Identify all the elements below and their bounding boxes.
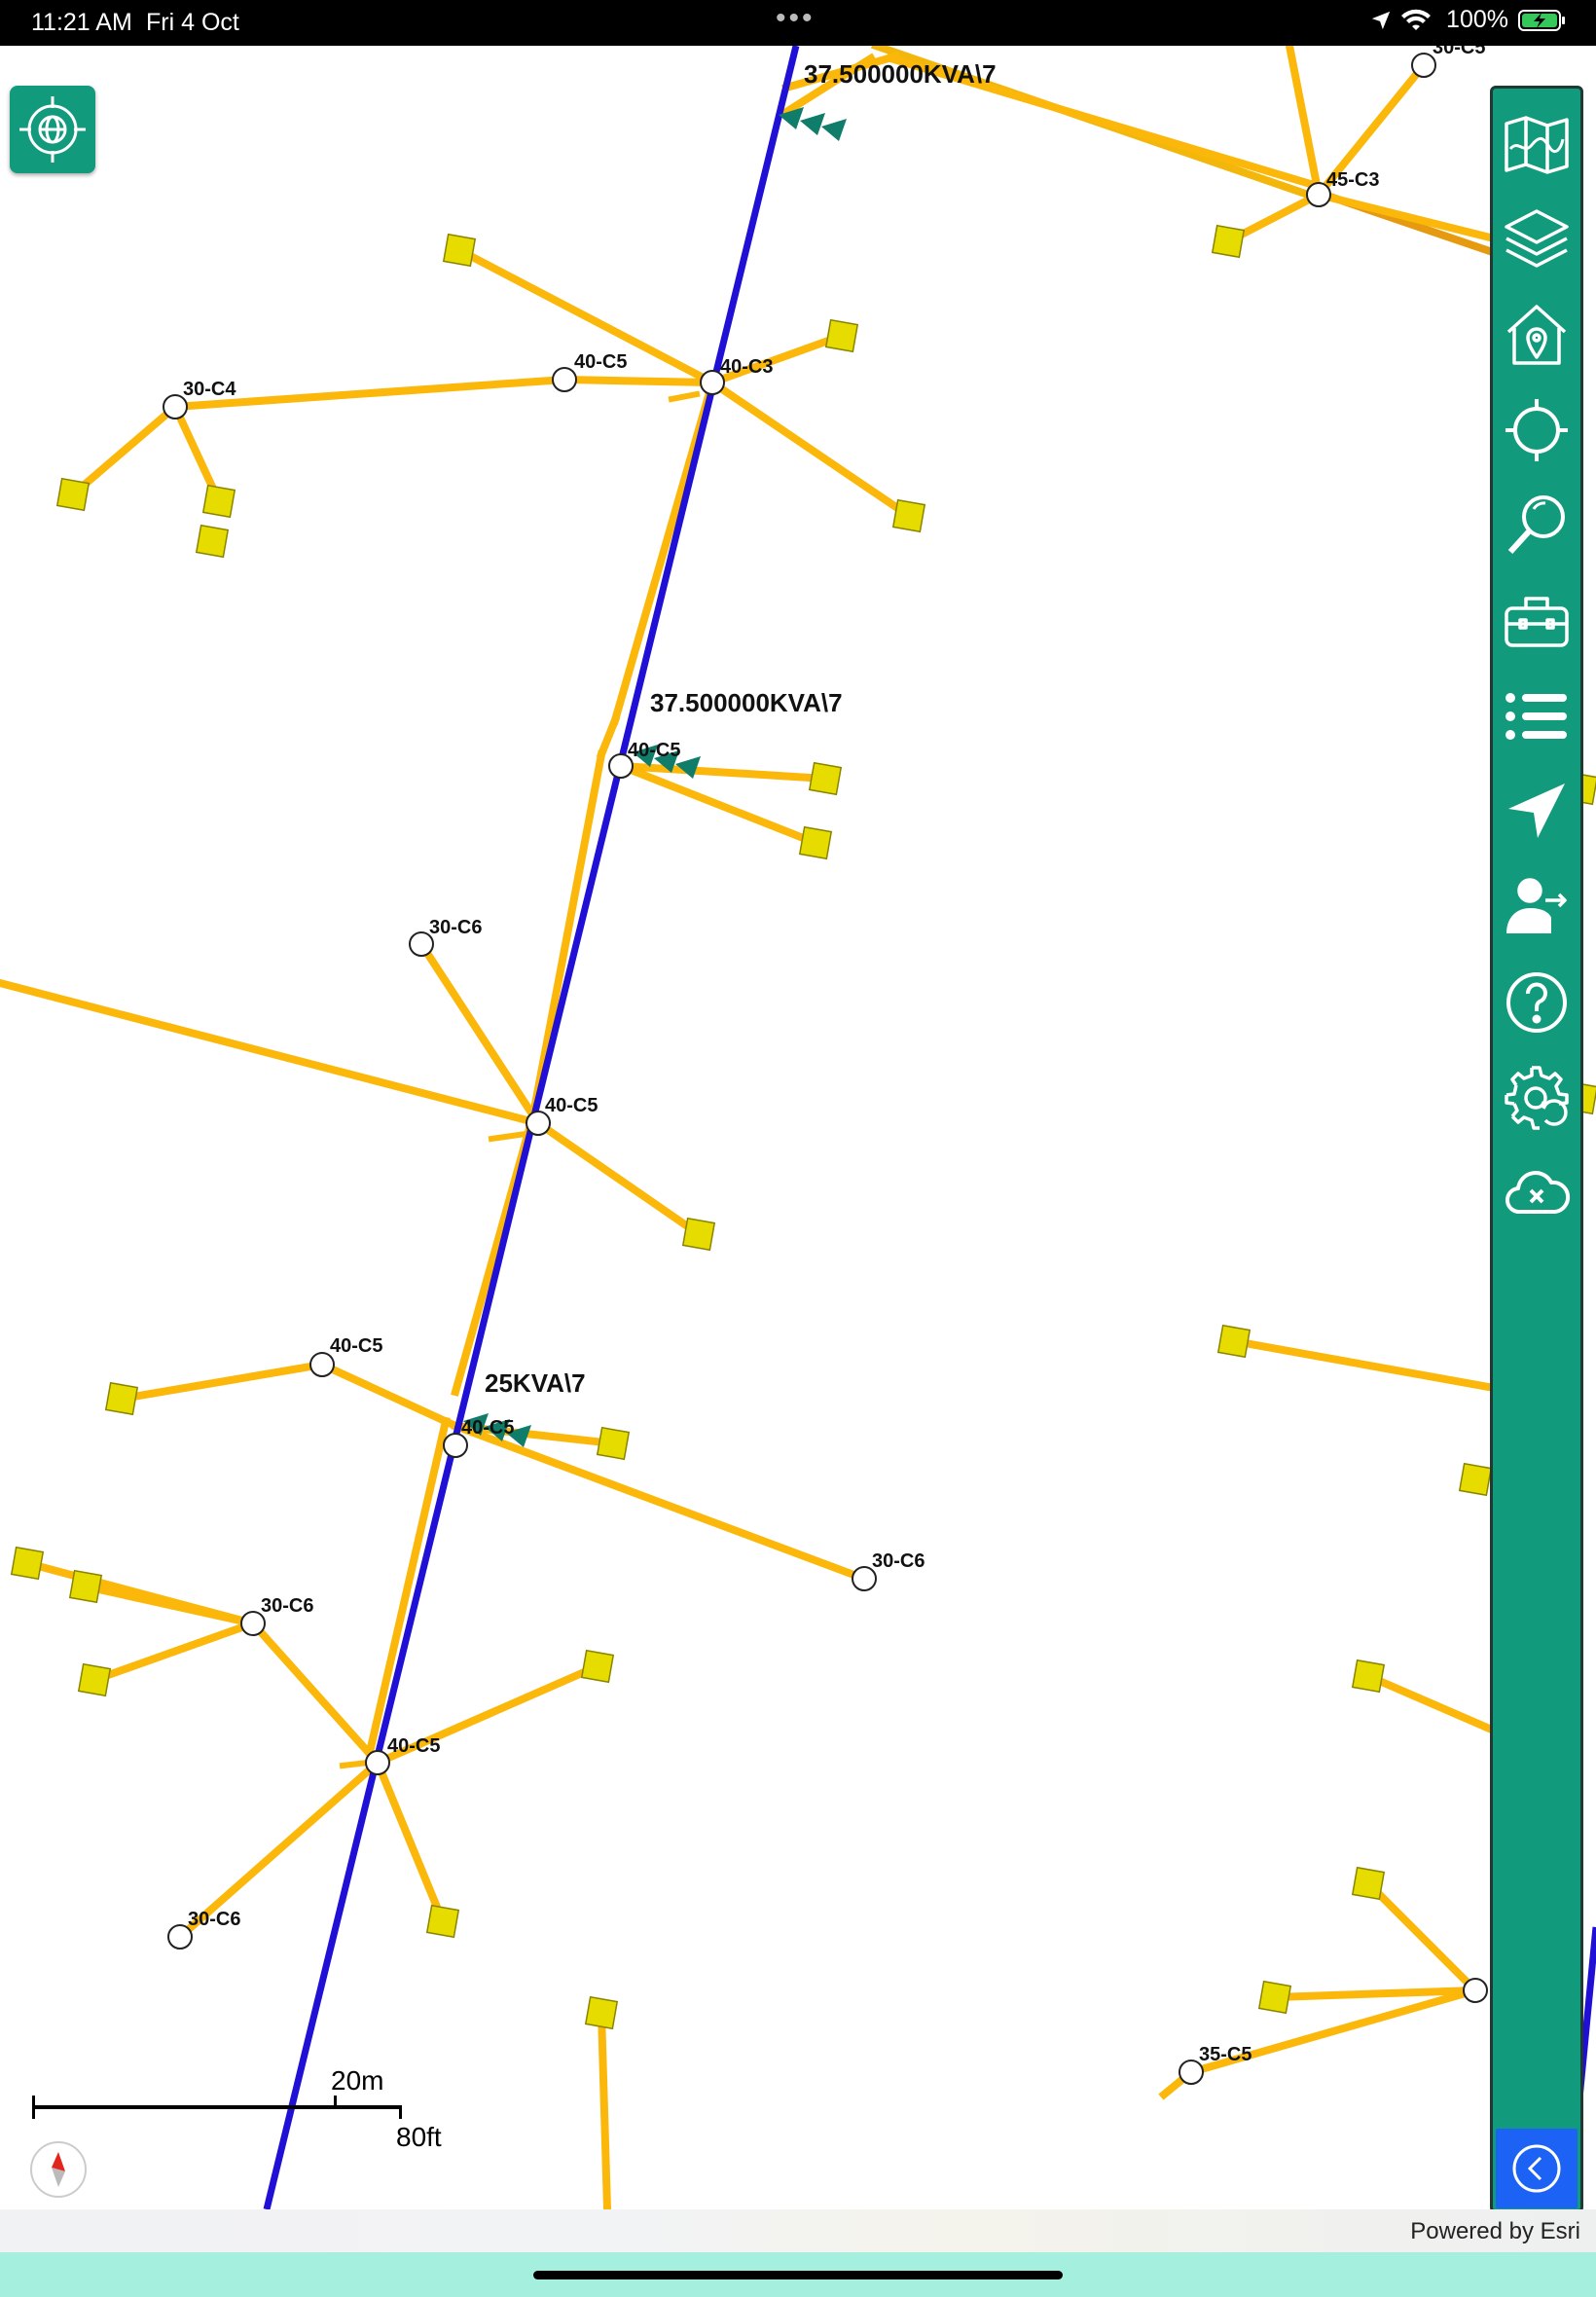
service-point[interactable]	[584, 1995, 619, 2030]
service-point[interactable]	[1257, 1980, 1292, 2015]
node-label: 30-C6	[872, 1550, 925, 1572]
node-label: 40-C5	[545, 1095, 598, 1116]
pole[interactable]	[365, 1750, 390, 1775]
attribution-bar: Powered by Esri	[0, 2209, 1596, 2252]
scale-tick	[399, 2105, 402, 2119]
scale-metric-label: 20m	[331, 2065, 384, 2096]
battery-charging-icon	[1518, 9, 1565, 31]
settings-sync-button[interactable]	[1493, 1054, 1580, 1142]
service-point[interactable]	[580, 1649, 615, 1684]
multitasking-dots-icon[interactable]: •••	[776, 2, 816, 35]
node-label: 30-C6	[188, 1909, 240, 1930]
node-label: 30-C4	[183, 379, 236, 400]
scale-tick	[334, 2096, 337, 2107]
my-location-button[interactable]	[1493, 386, 1580, 474]
status-time: 11:21 AM	[31, 9, 132, 36]
wifi-icon	[1401, 9, 1432, 30]
service-point[interactable]	[808, 761, 843, 796]
service-point[interactable]	[596, 1426, 631, 1461]
service-point[interactable]	[10, 1546, 45, 1581]
home-location-icon	[1506, 305, 1567, 365]
transformer-label: 25KVA\7	[485, 1368, 586, 1398]
service-point[interactable]	[68, 1569, 103, 1604]
collapse-sidebar-button[interactable]	[1496, 2129, 1578, 2208]
list-button[interactable]	[1493, 673, 1580, 760]
help-button[interactable]	[1493, 959, 1580, 1046]
user-logout-icon	[1506, 878, 1567, 933]
layers-icon	[1505, 209, 1569, 268]
pole[interactable]	[1463, 1978, 1488, 2003]
service-point[interactable]	[1458, 1462, 1493, 1497]
layers-button[interactable]	[1493, 196, 1580, 283]
node-label: 40-C5	[628, 740, 680, 761]
node-label: 40-C5	[574, 351, 627, 373]
node-label: 30-C5	[1433, 46, 1485, 58]
map-button[interactable]	[1493, 100, 1580, 188]
list-icon	[1505, 693, 1567, 740]
cloud-cancel-button[interactable]	[1493, 1149, 1580, 1237]
toolbox-icon	[1505, 597, 1569, 647]
service-point[interactable]	[104, 1381, 139, 1416]
home-indicator[interactable]	[533, 2271, 1063, 2279]
navigation-arrow-icon	[1508, 784, 1565, 838]
service-point[interactable]	[824, 318, 859, 353]
compass-icon	[52, 2152, 65, 2187]
map-icon	[1505, 116, 1569, 174]
service-point[interactable]	[77, 1662, 112, 1697]
attribution-text[interactable]: Powered by Esri	[1410, 2218, 1580, 2245]
service-point[interactable]	[55, 477, 91, 512]
compass-button[interactable]	[30, 2141, 87, 2198]
search-button[interactable]	[1493, 482, 1580, 569]
status-bar: 11:21 AM Fri 4 Oct ••• 100%	[0, 0, 1596, 46]
node-label: 30-C6	[261, 1595, 313, 1617]
scale-tick	[32, 2096, 35, 2119]
user-logout-button[interactable]	[1493, 863, 1580, 951]
battery-percent: 100%	[1446, 6, 1508, 33]
service-point[interactable]	[1211, 224, 1246, 259]
map-view[interactable]: 40-C5 40-C3 30-C4 45-C3 40-C5 30-C6 40-C5 40-C5…	[0, 37, 1596, 2214]
status-date: Fri 4 Oct	[146, 9, 239, 36]
node-label: 40-C5	[387, 1735, 440, 1757]
help-icon	[1506, 972, 1567, 1033]
globe-crosshair-icon	[19, 96, 86, 163]
scale-bar-line	[32, 2105, 402, 2109]
node-label: 40-C5	[461, 1417, 514, 1439]
service-point[interactable]	[201, 484, 236, 519]
pole[interactable]	[552, 367, 577, 392]
service-points[interactable]	[10, 224, 1596, 2030]
toolbox-button[interactable]	[1493, 577, 1580, 665]
node-label: 35-C5	[1199, 2044, 1251, 2065]
service-point[interactable]	[681, 1217, 716, 1252]
transformer-label: 37.500000KVA\7	[804, 59, 997, 89]
tool-sidebar	[1490, 86, 1583, 2213]
chevron-left-icon	[1512, 2144, 1561, 2193]
crosshair-icon	[1505, 399, 1568, 461]
network-map[interactable]: 40-C5 40-C3 30-C4 45-C3 40-C5 30-C6 40-C5 40-C5…	[0, 37, 1596, 2214]
service-point[interactable]	[442, 233, 477, 268]
transformer-label: 37.500000KVA\7	[650, 688, 843, 717]
service-point[interactable]	[1351, 1659, 1386, 1694]
service-point[interactable]	[425, 1904, 460, 1939]
status-icons: 100%	[1370, 6, 1567, 34]
home-location-button[interactable]	[1493, 291, 1580, 379]
search-icon	[1507, 495, 1565, 555]
node-label: 40-C3	[720, 356, 773, 378]
node-label: 30-C6	[429, 917, 482, 938]
settings-sync-icon	[1505, 1066, 1569, 1130]
node-label: 40-C5	[330, 1335, 382, 1357]
service-point[interactable]	[1216, 1324, 1251, 1359]
service-point[interactable]	[798, 825, 833, 860]
cloud-cancel-icon	[1505, 1171, 1571, 1215]
scale-imperial-label: 80ft	[396, 2122, 442, 2152]
scale-bar: 20m 80ft	[29, 2054, 442, 2152]
node-label: 45-C3	[1326, 169, 1379, 191]
transformer-symbol[interactable]	[779, 107, 847, 141]
service-point[interactable]	[1351, 1866, 1386, 1901]
location-arrow-icon	[1371, 11, 1391, 29]
locate-button[interactable]	[10, 86, 95, 173]
service-point[interactable]	[891, 498, 926, 533]
navigation-button[interactable]	[1493, 768, 1580, 856]
service-point[interactable]	[195, 524, 230, 559]
